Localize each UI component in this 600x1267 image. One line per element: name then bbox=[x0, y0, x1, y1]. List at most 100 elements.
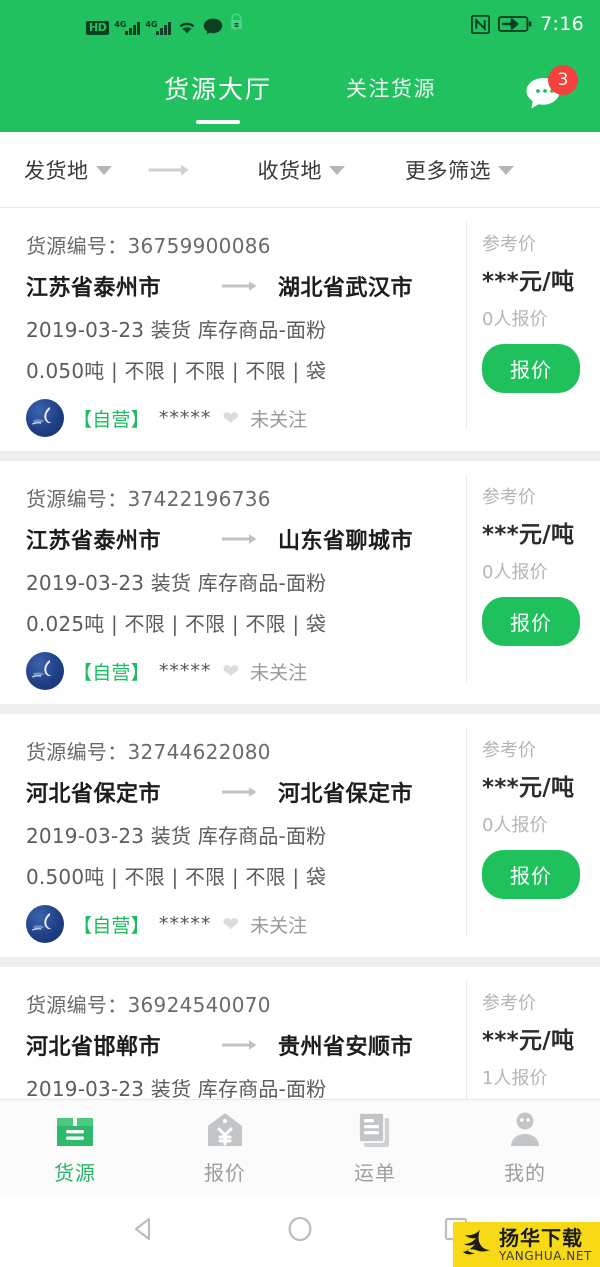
price-tag-yuan-icon bbox=[205, 1110, 245, 1152]
cargo-shop-row[interactable]: 【自营】 ***** ❤ 未关注 bbox=[26, 399, 466, 437]
follow-state-label: 未关注 bbox=[250, 914, 308, 937]
cargo-card[interactable]: 货源编号：37422196736 江苏省泰州市 山东省聊城市 2019-03-2… bbox=[0, 461, 600, 704]
cargo-card[interactable]: 货源编号：36924540070 河北省邯郸市 贵州省安顺市 2019-03-2… bbox=[0, 967, 600, 1099]
documents-icon bbox=[355, 1110, 395, 1152]
tab-quotes[interactable]: 报价 bbox=[150, 1110, 300, 1186]
tab-followed-cargo-label: 关注货源 bbox=[346, 77, 436, 101]
back-triangle-icon[interactable] bbox=[129, 1214, 159, 1248]
home-circle-icon[interactable] bbox=[285, 1214, 315, 1248]
cargo-id-row: 货源编号：36759900086 bbox=[26, 230, 466, 259]
phone-screen: HD 4G 4G 7:16 货源大厅 关注货源 3 发货地 收货地 更多筛选 货… bbox=[0, 0, 600, 1267]
cargo-id-row: 货源编号：32744622080 bbox=[26, 736, 466, 765]
reference-price-label: 参考价 bbox=[482, 487, 536, 508]
follow-state-label: 未关注 bbox=[250, 408, 308, 431]
watermark-lion-icon bbox=[459, 1226, 495, 1264]
cargo-price-panel: 参考价 ***元/吨 0人报价 报价 bbox=[466, 208, 600, 451]
cargo-spec: 0.025吨 | 不限 | 不限 | 不限 | 袋 bbox=[26, 612, 327, 636]
self-operated-tag: 【自营】 bbox=[73, 408, 150, 431]
tab-cargo-hall[interactable]: 货源大厅 bbox=[163, 70, 272, 124]
origin-city: 江苏省泰州市 bbox=[26, 276, 162, 301]
tab-cargo[interactable]: 货源 bbox=[0, 1110, 150, 1186]
cargo-id-row: 货源编号：36924540070 bbox=[26, 989, 466, 1018]
cargo-price-panel: 参考价 ***元/吨 0人报价 报价 bbox=[466, 714, 600, 957]
quote-button[interactable]: 报价 bbox=[482, 850, 580, 899]
filter-destination-label: 收货地 bbox=[257, 158, 322, 183]
cargo-route: 江苏省泰州市 湖北省武汉市 bbox=[26, 270, 466, 302]
avatar bbox=[26, 399, 64, 437]
cargo-list[interactable]: 货源编号：36759900086 江苏省泰州市 湖北省武汉市 2019-03-2… bbox=[0, 208, 600, 1099]
quote-button[interactable]: 报价 bbox=[482, 344, 580, 393]
cargo-card[interactable]: 货源编号：32744622080 河北省保定市 河北省保定市 2019-03-2… bbox=[0, 714, 600, 957]
self-operated-tag: 【自营】 bbox=[73, 914, 150, 937]
watermark-domain: YANGHUA.NET bbox=[499, 1249, 592, 1263]
origin-city: 河北省邯郸市 bbox=[26, 1035, 162, 1060]
status-bar-right-icons: 7:16 bbox=[471, 0, 584, 48]
destination-city: 贵州省安顺市 bbox=[278, 1035, 414, 1060]
signal-1-label: 4G bbox=[114, 20, 127, 29]
cargo-card[interactable]: 货源编号：36759900086 江苏省泰州市 湖北省武汉市 2019-03-2… bbox=[0, 208, 600, 451]
cargo-price-panel: 参考价 ***元/吨 0人报价 报价 bbox=[466, 461, 600, 704]
shop-name: ***** bbox=[158, 913, 212, 935]
cargo-date-goods: 2019-03-23 装货 库存商品-面粉 bbox=[26, 1077, 327, 1099]
message-button[interactable]: 3 bbox=[524, 65, 580, 113]
cargo-id-label: 货源编号： bbox=[26, 740, 128, 764]
box-icon bbox=[53, 1110, 97, 1152]
signal-icon: 4G bbox=[114, 20, 141, 35]
tab-quotes-label: 报价 bbox=[204, 1160, 246, 1185]
lock-icon bbox=[228, 13, 245, 35]
filter-more[interactable]: 更多筛选 bbox=[405, 155, 514, 185]
cargo-card-details: 货源编号：36924540070 河北省邯郸市 贵州省安顺市 2019-03-2… bbox=[0, 967, 466, 1099]
cargo-date-goods: 2019-03-23 装货 库存商品-面粉 bbox=[26, 318, 327, 342]
reference-price-label: 参考价 bbox=[482, 234, 536, 255]
heart-icon[interactable]: ❤ bbox=[222, 661, 239, 681]
heart-icon[interactable]: ❤ bbox=[222, 914, 239, 934]
status-bar: HD 4G 4G 7:16 bbox=[0, 0, 600, 48]
shop-name: ***** bbox=[158, 407, 212, 429]
cargo-id-label: 货源编号： bbox=[26, 487, 128, 511]
person-icon bbox=[505, 1110, 545, 1152]
tab-cargo-hall-label: 货源大厅 bbox=[163, 75, 272, 104]
cargo-id-row: 货源编号：37422196736 bbox=[26, 483, 466, 512]
app-header: 货源大厅 关注货源 3 bbox=[0, 48, 600, 132]
cargo-shop-row[interactable]: 【自营】 ***** ❤ 未关注 bbox=[26, 652, 466, 690]
tab-waybill[interactable]: 运单 bbox=[300, 1110, 450, 1186]
filter-destination[interactable]: 收货地 bbox=[257, 155, 345, 185]
follow-state-label: 未关注 bbox=[250, 661, 308, 684]
tab-mine-label: 我的 bbox=[504, 1160, 546, 1185]
self-operated-tag: 【自营】 bbox=[73, 661, 150, 684]
battery-charging-icon bbox=[498, 15, 532, 33]
watermark-text: 扬华下载 YANGHUA.NET bbox=[499, 1228, 592, 1262]
destination-city: 山东省聊城市 bbox=[278, 529, 414, 554]
chevron-down-icon bbox=[95, 166, 112, 175]
nfc-icon bbox=[471, 14, 491, 34]
watermark: 扬华下载 YANGHUA.NET bbox=[453, 1222, 600, 1267]
route-arrow-icon bbox=[222, 532, 262, 546]
cargo-spec: 0.050吨 | 不限 | 不限 | 不限 | 袋 bbox=[26, 359, 327, 383]
cargo-card-details: 货源编号：37422196736 江苏省泰州市 山东省聊城市 2019-03-2… bbox=[0, 461, 466, 704]
reference-price-label: 参考价 bbox=[482, 993, 536, 1014]
cargo-route: 河北省邯郸市 贵州省安顺市 bbox=[26, 1029, 466, 1061]
cargo-id-label: 货源编号： bbox=[26, 234, 128, 258]
cargo-spec: 0.500吨 | 不限 | 不限 | 不限 | 袋 bbox=[26, 865, 327, 889]
message-bubble-icon bbox=[203, 18, 223, 35]
cargo-date-goods: 2019-03-23 装货 库存商品-面粉 bbox=[26, 571, 327, 595]
route-arrow-icon bbox=[222, 279, 262, 293]
reference-price-label: 参考价 bbox=[482, 740, 536, 761]
bottom-tab-bar: 货源 报价 运单 我的 bbox=[0, 1099, 600, 1195]
avatar bbox=[26, 652, 64, 690]
reference-price-value: ***元/吨 bbox=[482, 522, 575, 548]
filter-origin[interactable]: 发货地 bbox=[24, 155, 112, 185]
watermark-title: 扬华下载 bbox=[499, 1226, 583, 1250]
quote-button[interactable]: 报价 bbox=[482, 597, 580, 646]
quote-count-label: 0人报价 bbox=[482, 815, 548, 836]
tab-active-underline bbox=[195, 120, 240, 124]
heart-icon[interactable]: ❤ bbox=[222, 408, 239, 428]
tab-mine[interactable]: 我的 bbox=[450, 1110, 600, 1186]
cargo-shop-row[interactable]: 【自营】 ***** ❤ 未关注 bbox=[26, 905, 466, 943]
signal-2-label: 4G bbox=[145, 20, 158, 29]
tab-followed-cargo[interactable]: 关注货源 bbox=[346, 73, 436, 107]
origin-city: 河北省保定市 bbox=[26, 782, 162, 807]
reference-price-value: ***元/吨 bbox=[482, 775, 575, 801]
avatar bbox=[26, 905, 64, 943]
cargo-price-panel: 参考价 ***元/吨 1人报价 报价 bbox=[466, 967, 600, 1099]
